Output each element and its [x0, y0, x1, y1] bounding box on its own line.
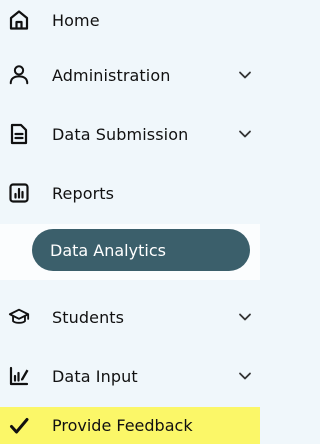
nav-item-students[interactable]: Students	[0, 297, 260, 337]
check-icon	[8, 415, 30, 437]
sidebar-nav: Home Administration Data Submission Repo…	[0, 0, 260, 444]
provide-feedback-label: Provide Feedback	[52, 416, 193, 435]
nav-item-administration-label: Administration	[52, 65, 171, 85]
provide-feedback-button[interactable]: Provide Feedback	[0, 407, 260, 444]
nav-item-data-submission-label: Data Submission	[52, 124, 189, 144]
nav-item-home-label: Home	[52, 10, 100, 30]
nav-subitem-data-analytics[interactable]: Data Analytics	[32, 229, 250, 271]
nav-subitem-data-analytics-label: Data Analytics	[50, 240, 166, 260]
nav-item-data-submission[interactable]: Data Submission	[0, 114, 260, 154]
home-icon	[8, 9, 30, 31]
nav-item-home[interactable]: Home	[0, 0, 260, 40]
chevron-down-icon[interactable]	[238, 369, 252, 383]
document-icon	[8, 123, 30, 145]
nav-item-students-label: Students	[52, 307, 125, 327]
nav-item-data-input[interactable]: Data Input	[0, 356, 260, 396]
user-icon	[8, 64, 30, 86]
chevron-down-icon[interactable]	[238, 68, 252, 82]
bar-chart-icon	[8, 182, 30, 204]
nav-item-data-input-label: Data Input	[52, 366, 138, 386]
nav-item-administration[interactable]: Administration	[0, 55, 260, 95]
chevron-down-icon[interactable]	[238, 127, 252, 141]
nav-item-reports[interactable]: Reports	[0, 173, 260, 213]
chevron-down-icon[interactable]	[238, 310, 252, 324]
graduation-cap-icon	[8, 306, 30, 328]
nav-item-reports-label: Reports	[52, 183, 115, 203]
chart-edit-icon	[8, 365, 30, 387]
